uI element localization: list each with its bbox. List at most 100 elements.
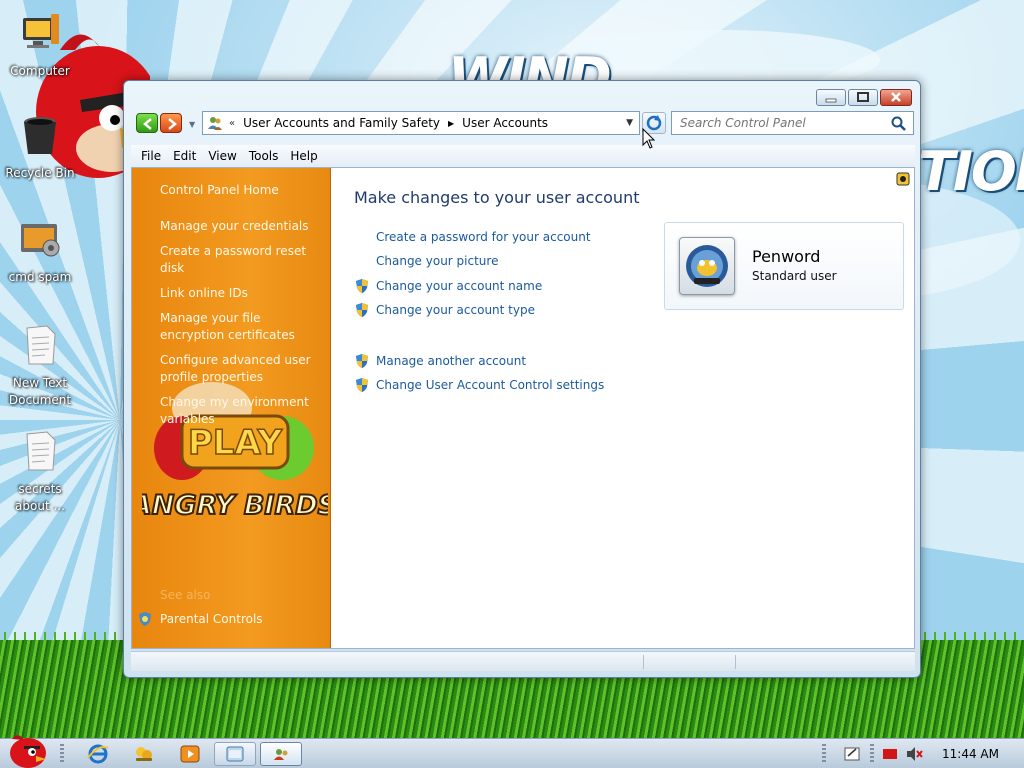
task-label: Create a password for your account [376,230,591,244]
address-dropdown-icon[interactable]: ▼ [626,118,633,128]
wallpaper-text-right: TION [918,140,1024,203]
start-button-angry-bird-icon[interactable] [2,731,50,768]
see-also-heading: See also [160,588,211,602]
sidebar-link-control-panel-home[interactable]: Control Panel Home [160,182,328,199]
angry-birds-help-icon[interactable] [896,172,910,186]
maximize-icon [857,92,869,102]
task-label: Change User Account Control settings [376,378,605,392]
task-uac-settings[interactable]: Change User Account Control settings [354,377,604,393]
notepad-tray-icon[interactable] [842,742,862,766]
control-panel-window-icon [274,749,288,760]
task-create-password[interactable]: Create a password for your account [354,230,591,244]
taskbar-grip[interactable] [870,744,874,764]
desktop-icon-recycle-bin[interactable]: Recycle Bin [2,112,78,182]
status-divider [735,655,736,669]
maximize-button[interactable] [848,89,878,106]
task-change-picture[interactable]: Change your picture [354,254,498,268]
computer-icon [23,14,59,48]
parental-controls-label: Parental Controls [160,612,263,626]
menu-file[interactable]: File [141,149,161,163]
close-icon [891,92,901,102]
address-bar[interactable]: « User Accounts and Family Safety ▶ User… [202,111,640,135]
desktop-icon-label: cmd spam [8,270,72,284]
task-label: Change your account type [376,303,535,317]
breadcrumb-separator-icon[interactable]: ▶ [448,119,454,128]
desktop-icon-cmd-spam[interactable]: cmd spam [2,216,78,286]
menu-edit[interactable]: Edit [173,149,196,163]
recent-pages-dropdown[interactable]: ▼ [189,120,195,129]
uac-shield-icon [356,378,368,392]
messenger-icon[interactable] [132,742,156,766]
play-label: PLAY [188,423,283,463]
breadcrumb-user-accounts[interactable]: User Accounts [462,116,548,130]
uac-shield-icon [356,279,368,293]
battery-warning-icon[interactable] [880,742,900,766]
main-pane: Make changes to your user account Create… [332,168,914,648]
window-controls [816,89,912,106]
recycle-bin-icon [24,117,56,154]
sidebar-link-advanced-profile[interactable]: Configure advanced user profile properti… [160,352,328,386]
sidebar-link-file-encryption[interactable]: Manage your file encryption certificates [160,310,328,344]
text-document-icon [26,325,56,365]
menu-view[interactable]: View [208,149,236,163]
taskbar-window-control-panel[interactable] [260,742,302,766]
user-accounts-icon [208,117,222,130]
taskbar-grip[interactable] [60,744,64,764]
task-change-account-name[interactable]: Change your account name [354,278,542,294]
status-divider [643,655,644,669]
task-pane: PLAY ANGRY BIRDS Control Panel Home Mana… [132,168,331,648]
back-button[interactable] [136,113,158,133]
desktop-icon-label: Computer [10,64,70,78]
desktop-icon-label: secrets about ... [15,482,65,513]
menu-tools[interactable]: Tools [249,149,279,163]
media-player-icon[interactable] [178,742,202,766]
close-button[interactable] [880,89,912,106]
desktop-icon-label: Recycle Bin [5,166,75,180]
taskbar-window-explorer[interactable] [214,742,256,766]
internet-explorer-icon[interactable] [86,742,110,766]
explorer-window-icon [226,746,244,762]
mouse-cursor-icon [642,128,656,149]
sidebar-link-online-ids[interactable]: Link online IDs [160,285,328,302]
search-input[interactable] [672,112,882,134]
window-content: PLAY ANGRY BIRDS Control Panel Home Mana… [131,167,915,649]
taskbar-grip[interactable] [822,744,826,764]
breadcrumb-family-safety[interactable]: User Accounts and Family Safety [243,116,440,130]
desktop-icon-computer[interactable]: Computer [2,10,78,80]
uac-shield-icon [356,354,368,368]
desktop-icon-label: New Text Document [8,376,72,407]
uac-shield-icon [356,303,368,317]
user-picture-icon [686,245,728,287]
desktop-icon-new-text-document[interactable]: New Text Document [2,322,78,409]
desktop-icon-secrets[interactable]: secrets about ... [2,428,78,515]
user-account-card: Penword Standard user [664,222,904,310]
menu-help[interactable]: Help [290,149,317,163]
task-change-account-type[interactable]: Change your account type [354,302,535,318]
minimize-icon [825,98,837,103]
sidebar-link-password-reset-disk[interactable]: Create a password reset disk [160,243,328,277]
task-manage-another-account[interactable]: Manage another account [354,353,526,369]
minimize-button[interactable] [816,89,846,106]
task-label: Change your account name [376,279,543,293]
sidebar-link-environment-variables[interactable]: Change my environment variables [160,394,328,428]
sidebar-link-manage-credentials[interactable]: Manage your credentials [160,218,328,235]
navigation-bar: ▼ « User Accounts and Family Safety ▶ Us… [134,111,914,137]
overflow-chevron[interactable]: « [229,118,235,129]
taskbar: 11:44 AM [0,735,1024,768]
angry-birds-logo: ANGRY BIRDS [142,490,328,521]
back-arrow-icon [143,118,152,130]
status-bar [131,651,915,671]
search-icon[interactable] [891,116,907,132]
volume-muted-icon[interactable] [904,742,924,766]
text-document-icon [26,431,56,471]
task-label: Manage another account [376,354,527,368]
user-account-type: Standard user [752,269,837,283]
user-name: Penword [752,247,821,266]
user-accounts-window: ▼ « User Accounts and Family Safety ▶ Us… [123,80,921,678]
user-avatar[interactable] [679,237,735,295]
sidebar-link-parental-controls[interactable]: Parental Controls [138,611,263,627]
search-box[interactable] [671,111,914,135]
forward-button[interactable] [160,113,182,133]
page-title: Make changes to your user account [354,188,640,207]
taskbar-clock[interactable]: 11:44 AM [942,747,999,761]
